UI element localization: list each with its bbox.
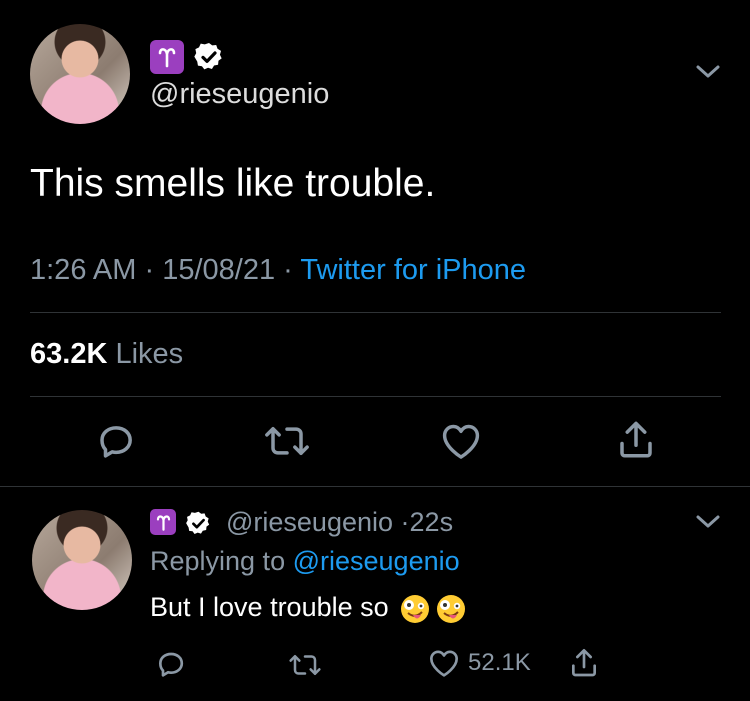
share-icon[interactable] bbox=[615, 418, 657, 462]
reply-handle[interactable]: @rieseugenio bbox=[226, 507, 393, 537]
chevron-down-icon[interactable] bbox=[694, 62, 722, 82]
replying-to-label: Replying to bbox=[150, 546, 286, 576]
divider bbox=[30, 312, 721, 313]
tweet-meta: 1:26 AM · 15/08/21 · Twitter for iPhone bbox=[30, 254, 526, 287]
reply-text: But I love trouble so bbox=[150, 592, 466, 624]
meta-separator: · bbox=[144, 254, 155, 286]
reply-icon[interactable] bbox=[95, 420, 137, 462]
likes-label: Likes bbox=[115, 338, 184, 370]
reply-like-button[interactable]: 52.1K bbox=[428, 648, 531, 678]
zany-face-emoji bbox=[400, 594, 466, 624]
main-handle[interactable]: @rieseugenio bbox=[150, 78, 329, 111]
reply-avatar[interactable] bbox=[32, 510, 132, 610]
reply-text-content: But I love trouble so bbox=[150, 592, 389, 622]
replying-to: Replying to @rieseugenio bbox=[150, 546, 460, 577]
meta-separator: · bbox=[400, 507, 410, 537]
divider bbox=[30, 396, 721, 397]
likes-stat[interactable]: 63.2K Likes bbox=[30, 338, 183, 371]
aries-icon bbox=[150, 509, 176, 535]
verified-icon bbox=[184, 509, 212, 537]
meta-separator: · bbox=[283, 254, 293, 286]
reply-like-count: 52.1K bbox=[468, 649, 531, 676]
retweet-icon[interactable] bbox=[286, 650, 324, 680]
reply-age: 22s bbox=[409, 507, 454, 537]
reply-icon[interactable] bbox=[155, 648, 187, 680]
share-icon[interactable] bbox=[568, 646, 600, 680]
like-icon bbox=[428, 648, 460, 678]
chevron-down-icon[interactable] bbox=[694, 512, 722, 532]
tweet-time: 1:26 AM bbox=[30, 254, 137, 286]
main-tweet-text: This smells like trouble. bbox=[30, 162, 436, 205]
replying-to-handle[interactable]: @rieseugenio bbox=[293, 546, 460, 576]
like-icon[interactable] bbox=[440, 422, 482, 460]
tweet-source-link[interactable]: Twitter for iPhone bbox=[300, 254, 526, 286]
main-avatar[interactable] bbox=[30, 24, 130, 124]
divider bbox=[0, 486, 750, 487]
verified-icon bbox=[193, 41, 225, 73]
aries-icon bbox=[150, 40, 184, 74]
reply-header: @rieseugenio ·22s bbox=[226, 507, 453, 538]
likes-count: 63.2K bbox=[30, 338, 108, 370]
tweet-date: 15/08/21 bbox=[162, 254, 276, 286]
retweet-icon[interactable] bbox=[262, 420, 312, 462]
